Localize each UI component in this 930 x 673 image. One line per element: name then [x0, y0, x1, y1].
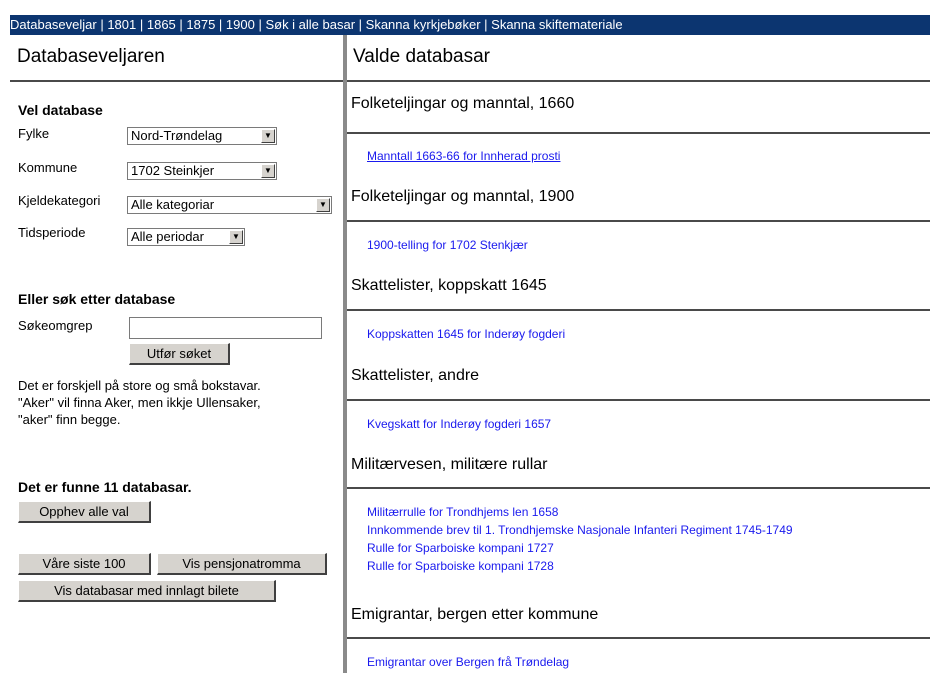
- section-divider: [347, 220, 930, 222]
- nav-separator: |: [215, 17, 226, 32]
- section-divider: [347, 637, 930, 639]
- pension-rooms-button[interactable]: Vis pensjonatromma: [157, 553, 327, 575]
- fylke-label: Fylke: [18, 126, 50, 141]
- nav-link-1801[interactable]: 1801: [107, 17, 136, 32]
- fylke-select[interactable]: Nord-Trøndelag ▼: [127, 127, 277, 145]
- section-title: Skattelister, koppskatt 1645: [351, 277, 547, 294]
- clear-selection-button[interactable]: Opphev alle val: [18, 501, 151, 523]
- found-count-text: Det er funne 11 databasar.: [18, 479, 192, 495]
- database-link[interactable]: Koppskatten 1645 for Inderøy fogderi: [367, 327, 565, 341]
- section-divider: [347, 487, 930, 489]
- nav-link-databaseveljar[interactable]: Databaseveljar: [10, 17, 97, 32]
- nav-link-probate[interactable]: Skanna skiftemateriale: [491, 17, 623, 32]
- chevron-down-icon[interactable]: ▼: [316, 198, 330, 212]
- select-database-heading: Vel database: [18, 102, 103, 118]
- nav-separator: |: [136, 17, 147, 32]
- database-link[interactable]: Kvegskatt for Inderøy fogderi 1657: [367, 417, 551, 431]
- chevron-down-icon[interactable]: ▼: [229, 230, 243, 244]
- periode-select[interactable]: Alle periodar ▼: [127, 228, 245, 246]
- divider: [347, 80, 930, 82]
- search-input[interactable]: [129, 317, 322, 339]
- section-title: Folketeljingar og manntal, 1660: [351, 95, 575, 112]
- section-divider: [347, 399, 930, 401]
- section-title: Skattelister, andre: [351, 367, 480, 384]
- selected-databases-panel: Valde databasar Folketeljingar og mannta…: [347, 35, 930, 673]
- nav-link-1865[interactable]: 1865: [147, 17, 176, 32]
- kommune-select[interactable]: 1702 Steinkjer ▼: [127, 162, 277, 180]
- section-title: Emigrantar, bergen etter kommune: [351, 606, 599, 623]
- panel-title: Valde databasar: [353, 46, 490, 67]
- database-link[interactable]: Rulle for Sparboiske kompani 1728: [367, 559, 554, 573]
- nav-separator: |: [480, 17, 492, 32]
- section-title: Folketeljingar og manntal, 1900: [351, 188, 575, 205]
- nav-separator: |: [355, 17, 366, 32]
- nav-separator: |: [254, 17, 266, 32]
- nav-link-church-books[interactable]: Skanna kyrkjebøker: [366, 17, 481, 32]
- help-line: Det er forskjell på store og små bokstav…: [18, 378, 261, 393]
- nav-link-1900[interactable]: 1900: [226, 17, 255, 32]
- nav-separator: |: [175, 17, 187, 32]
- help-line: "Aker" vil finna Aker, men ikkje Ullensa…: [18, 395, 261, 410]
- search-label: Søkeomgrep: [18, 318, 93, 333]
- periode-label: Tidsperiode: [18, 225, 86, 240]
- chevron-down-icon[interactable]: ▼: [261, 164, 275, 178]
- nav-separator: |: [96, 17, 108, 32]
- periode-select-value: Alle periodar: [131, 229, 204, 244]
- divider: [10, 80, 343, 82]
- latest-100-button[interactable]: Våre siste 100: [18, 553, 151, 575]
- search-help-text: Det er forskjell på store og små bokstav…: [18, 377, 338, 428]
- nav-link-1875[interactable]: 1875: [186, 17, 215, 32]
- chevron-down-icon[interactable]: ▼: [261, 129, 275, 143]
- help-line: "aker" finn begge.: [18, 412, 121, 427]
- panel-title: Databaseveljaren: [17, 46, 165, 67]
- search-database-heading: Eller søk etter database: [18, 291, 176, 307]
- kommune-select-value: 1702 Steinkjer: [131, 163, 215, 178]
- kommune-label: Kommune: [18, 160, 78, 175]
- kategori-select-value: Alle kategoriar: [131, 197, 215, 212]
- database-link[interactable]: Innkommende brev til 1. Trondhjemske Nas…: [367, 523, 793, 537]
- database-link[interactable]: Militærrulle for Trondhjems len 1658: [367, 505, 558, 519]
- fylke-select-value: Nord-Trøndelag: [131, 128, 223, 143]
- kategori-select[interactable]: Alle kategoriar ▼: [127, 196, 332, 214]
- database-link[interactable]: 1900-telling for 1702 Stenkjær: [367, 238, 528, 252]
- database-link[interactable]: Manntall 1663-66 for Innherad prosti: [367, 149, 560, 163]
- database-link[interactable]: Rulle for Sparboiske kompani 1727: [367, 541, 554, 555]
- show-with-images-button[interactable]: Vis databasar med innlagt bilete: [18, 580, 276, 602]
- kategori-label: Kjeldekategori: [18, 193, 101, 208]
- section-divider: [347, 309, 930, 311]
- database-selector-panel: Databaseveljaren Vel database Fylke Nord…: [10, 35, 343, 673]
- database-link[interactable]: Emigrantar over Bergen frå Trøndelag: [367, 655, 569, 669]
- nav-link-search-all[interactable]: Søk i alle basar: [265, 17, 355, 32]
- section-title: Militærvesen, militære rullar: [351, 456, 548, 473]
- section-divider: [347, 132, 930, 134]
- top-nav-bar: Databaseveljar | 1801 | 1865 | 1875 | 19…: [10, 15, 930, 35]
- search-button[interactable]: Utfør søket: [129, 343, 230, 365]
